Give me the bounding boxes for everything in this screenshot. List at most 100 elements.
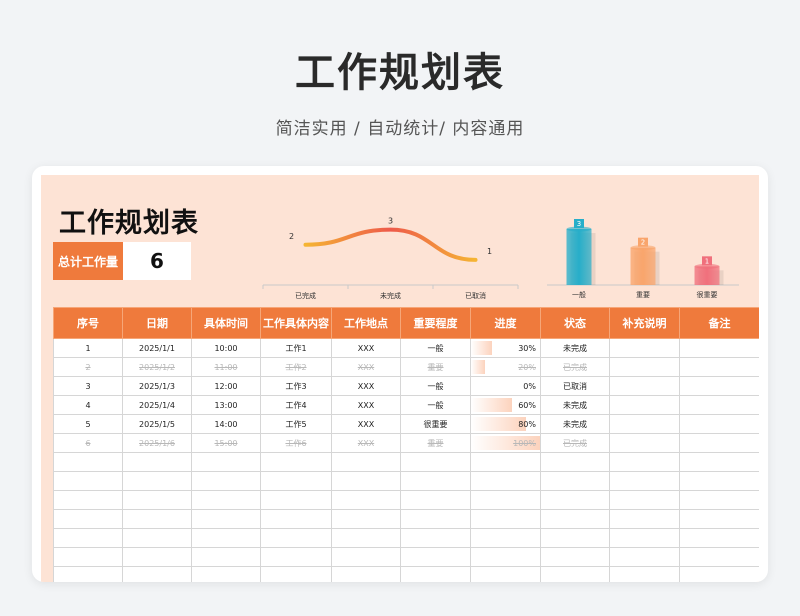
table-cell[interactable]: [609, 509, 680, 529]
table-cell[interactable]: 2025/1/1: [122, 338, 192, 358]
table-cell[interactable]: [679, 528, 759, 548]
table-cell[interactable]: 工作6: [260, 433, 332, 453]
table-cell[interactable]: [260, 547, 332, 567]
progress-cell[interactable]: 20%: [470, 357, 541, 377]
table-cell[interactable]: [540, 452, 610, 472]
column-header[interactable]: 进度: [470, 307, 541, 339]
table-cell[interactable]: [609, 452, 680, 472]
table-cell[interactable]: [400, 566, 471, 582]
table-cell[interactable]: [679, 509, 759, 529]
progress-cell[interactable]: 60%: [470, 395, 541, 415]
table-cell[interactable]: 10:00: [191, 338, 261, 358]
table-cell[interactable]: 重要: [400, 433, 471, 453]
column-header[interactable]: 日期: [122, 307, 192, 339]
table-cell[interactable]: [540, 509, 610, 529]
table-cell[interactable]: 工作4: [260, 395, 332, 415]
table-cell[interactable]: [540, 471, 610, 491]
table-cell[interactable]: 11:00: [191, 357, 261, 377]
table-cell[interactable]: [331, 566, 401, 582]
table-cell[interactable]: [53, 547, 123, 567]
column-header[interactable]: 补充说明: [609, 307, 680, 339]
table-cell[interactable]: [122, 452, 192, 472]
progress-cell[interactable]: 100%: [470, 433, 541, 453]
table-cell[interactable]: 2025/1/2: [122, 357, 192, 377]
table-cell[interactable]: 一般: [400, 376, 471, 396]
table-cell[interactable]: [609, 566, 680, 582]
table-cell[interactable]: [679, 338, 759, 358]
table-cell[interactable]: [679, 414, 759, 434]
table-cell[interactable]: XXX: [331, 395, 401, 415]
table-cell[interactable]: [400, 490, 471, 510]
table-cell[interactable]: [400, 452, 471, 472]
progress-cell[interactable]: [470, 490, 541, 510]
progress-cell[interactable]: [470, 566, 541, 582]
table-cell[interactable]: [679, 452, 759, 472]
table-cell[interactable]: XXX: [331, 433, 401, 453]
table-cell[interactable]: 工作5: [260, 414, 332, 434]
table-cell[interactable]: [609, 395, 680, 415]
progress-cell[interactable]: 30%: [470, 338, 541, 358]
progress-cell[interactable]: 0%: [470, 376, 541, 396]
table-cell[interactable]: 15:00: [191, 433, 261, 453]
table-cell[interactable]: [331, 452, 401, 472]
table-cell[interactable]: [609, 547, 680, 567]
table-cell[interactable]: XXX: [331, 414, 401, 434]
table-cell[interactable]: [191, 490, 261, 510]
table-cell[interactable]: [53, 452, 123, 472]
table-cell[interactable]: [540, 490, 610, 510]
column-header[interactable]: 具体时间: [191, 307, 261, 339]
table-cell[interactable]: [400, 528, 471, 548]
table-cell[interactable]: 2025/1/4: [122, 395, 192, 415]
table-cell[interactable]: 3: [53, 376, 123, 396]
table-cell[interactable]: 已完成: [540, 433, 610, 453]
progress-cell[interactable]: [470, 547, 541, 567]
table-cell[interactable]: [191, 471, 261, 491]
table-cell[interactable]: 5: [53, 414, 123, 434]
table-cell[interactable]: 未完成: [540, 338, 610, 358]
table-cell[interactable]: [53, 471, 123, 491]
table-cell[interactable]: [331, 490, 401, 510]
table-cell[interactable]: 2: [53, 357, 123, 377]
table-cell[interactable]: [122, 547, 192, 567]
table-cell[interactable]: 1: [53, 338, 123, 358]
table-cell[interactable]: [260, 528, 332, 548]
table-cell[interactable]: [400, 471, 471, 491]
table-cell[interactable]: [331, 547, 401, 567]
table-cell[interactable]: 2025/1/3: [122, 376, 192, 396]
table-cell[interactable]: [260, 471, 332, 491]
table-cell[interactable]: 已完成: [540, 357, 610, 377]
table-cell[interactable]: [679, 395, 759, 415]
table-cell[interactable]: [609, 414, 680, 434]
column-header[interactable]: 重要程度: [400, 307, 471, 339]
table-cell[interactable]: [122, 509, 192, 529]
table-cell[interactable]: [53, 509, 123, 529]
table-cell[interactable]: [191, 509, 261, 529]
table-cell[interactable]: [679, 471, 759, 491]
table-cell[interactable]: 一般: [400, 338, 471, 358]
progress-cell[interactable]: [470, 528, 541, 548]
progress-cell[interactable]: [470, 471, 541, 491]
table-cell[interactable]: XXX: [331, 376, 401, 396]
table-cell[interactable]: [260, 490, 332, 510]
table-cell[interactable]: [679, 566, 759, 582]
table-cell[interactable]: [260, 452, 332, 472]
table-cell[interactable]: 12:00: [191, 376, 261, 396]
table-cell[interactable]: [679, 547, 759, 567]
table-cell[interactable]: 14:00: [191, 414, 261, 434]
table-cell[interactable]: [53, 490, 123, 510]
progress-cell[interactable]: 80%: [470, 414, 541, 434]
table-cell[interactable]: 工作1: [260, 338, 332, 358]
column-header[interactable]: 备注: [679, 307, 759, 339]
column-header[interactable]: 状态: [540, 307, 610, 339]
table-cell[interactable]: [260, 566, 332, 582]
table-cell[interactable]: [122, 566, 192, 582]
table-cell[interactable]: [679, 357, 759, 377]
table-cell[interactable]: 4: [53, 395, 123, 415]
table-cell[interactable]: [331, 528, 401, 548]
table-cell[interactable]: 工作3: [260, 376, 332, 396]
table-cell[interactable]: 2025/1/5: [122, 414, 192, 434]
progress-cell[interactable]: [470, 509, 541, 529]
table-cell[interactable]: [609, 433, 680, 453]
table-cell[interactable]: [540, 547, 610, 567]
table-cell[interactable]: [679, 490, 759, 510]
